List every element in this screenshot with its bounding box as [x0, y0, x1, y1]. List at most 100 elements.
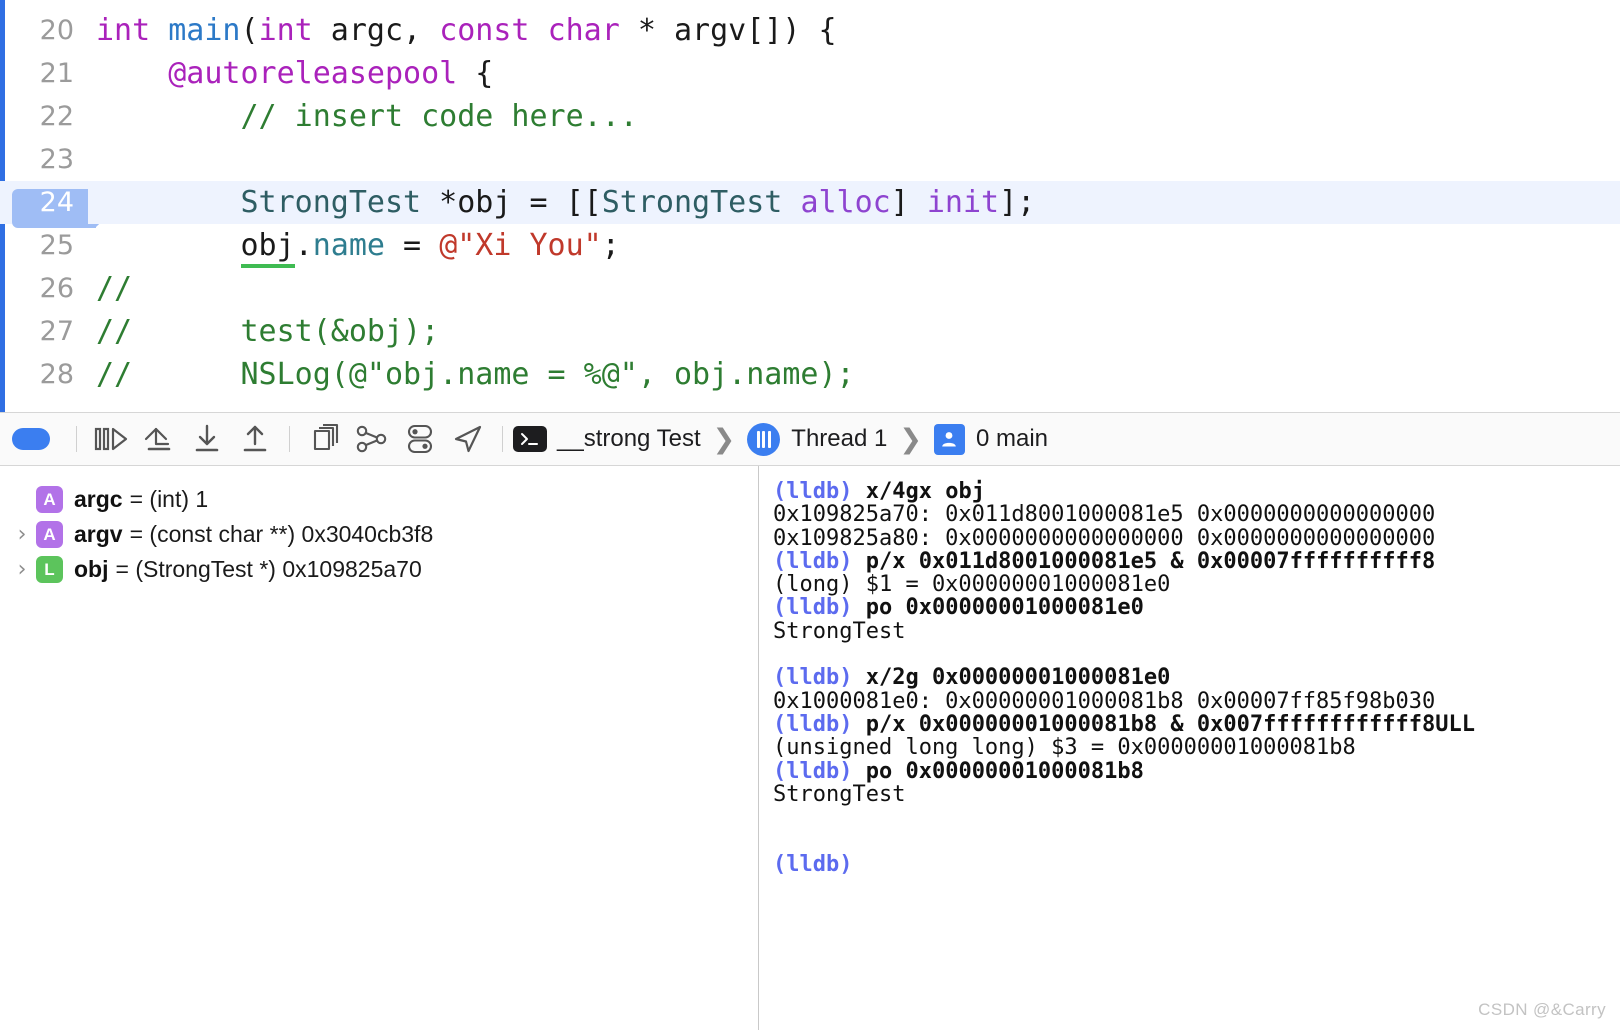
code-line[interactable]: 23 [0, 138, 1620, 181]
code-token: main [168, 13, 241, 48]
console-output: (lldb) x/4gx obj 0x109825a70: 0x011d80010… [767, 480, 1620, 876]
code-text[interactable]: // [88, 267, 1620, 310]
code-token: char [547, 13, 620, 48]
code-token: StrongTest [601, 185, 783, 220]
line-number[interactable]: 25 [0, 230, 88, 261]
code-token: @autoreleasepool [168, 56, 458, 91]
lldb-command: p/x 0x011d8001000081e5 & 0x00007ffffffff… [852, 548, 1436, 574]
environment-overrides-icon [402, 423, 438, 455]
code-token: *obj = [[ [421, 185, 602, 220]
console-output-line: 0x109825a70: 0x011d8001000081e5 0x000000… [773, 502, 1436, 528]
step-out-icon [238, 423, 272, 455]
console-output-line: StrongTest [773, 618, 906, 644]
thread-icon [747, 422, 781, 456]
code-text[interactable]: @autoreleasepool { [88, 52, 1620, 95]
code-token: . [294, 228, 313, 263]
line-number[interactable]: 24 [0, 187, 116, 228]
breadcrumb-frame-label[interactable]: 0 main [976, 425, 1048, 453]
code-text[interactable]: int main(int argc, const char * argv[]) … [88, 9, 1620, 52]
lldb-command: x/2g 0x00000001000081e0 [852, 665, 1171, 691]
console-command-line: (lldb) [767, 853, 1620, 876]
code-text[interactable]: obj.name = @"Xi You"; [88, 224, 1620, 268]
simulate-location-button[interactable] [444, 419, 492, 459]
variable-row[interactable]: › Lobj = (StrongTest *) 0x109825a70 [0, 552, 758, 587]
step-into-button[interactable] [183, 419, 231, 459]
toolbar-divider-2 [289, 426, 290, 452]
code-text[interactable]: // insert code here... [88, 95, 1620, 138]
code-token: obj [240, 228, 295, 268]
code-token: init [926, 185, 1000, 220]
code-token: ] [890, 185, 927, 220]
continue-execution-icon [93, 425, 129, 453]
disclosure-triangle-icon[interactable]: › [8, 523, 36, 546]
variable-row[interactable]: ›Aargc= (int) 1 [0, 482, 758, 517]
code-text[interactable]: StrongTest *obj = [[StrongTest alloc] in… [88, 181, 1620, 224]
code-token: ( [240, 13, 259, 48]
code-line[interactable]: 21 @autoreleasepool { [0, 52, 1620, 95]
source-editor[interactable]: 20 int main(int argc, const char * argv[]… [0, 0, 1620, 412]
line-number[interactable]: 28 [0, 359, 88, 390]
code-token: ; [601, 228, 620, 263]
code-line[interactable]: 25 obj.name = @"Xi You"; [0, 224, 1620, 268]
code-line[interactable]: 20 int main(int argc, const char * argv[]… [0, 9, 1620, 52]
breadcrumb-chevron-icon-2: ❯ [899, 423, 922, 455]
console-view[interactable]: (lldb) x/4gx obj 0x109825a70: 0x011d80010… [759, 466, 1620, 1030]
code-text[interactable] [88, 138, 1620, 181]
code-token: int [258, 13, 313, 48]
breadcrumb-chevron-icon: ❯ [712, 423, 736, 455]
toolbar-divider [76, 426, 77, 452]
code-token: StrongTest [240, 185, 422, 220]
lldb-command: p/x 0x00000001000081b8 & 0x007ffffffffff… [852, 711, 1476, 737]
code-text[interactable]: // NSLog(@"obj.name = %@", obj.name); [88, 353, 1620, 396]
variable-value: = (const char **) 0x3040cb3f8 [129, 521, 434, 547]
variable-name: argc [74, 486, 123, 512]
variable-row[interactable]: › Aargv = (const char **) 0x3040cb3f8 [0, 517, 758, 552]
step-out-button[interactable] [231, 419, 279, 459]
console-command-line: (lldb) p/x 0x011d8001000081e5 & 0x00007f… [767, 550, 1620, 573]
continue-button[interactable] [87, 419, 135, 459]
breadcrumb-process-label[interactable]: __strong Test [557, 425, 701, 453]
lldb-prompt: (lldb) [773, 711, 853, 737]
line-number[interactable]: 21 [0, 58, 88, 89]
lldb-prompt: (lldb) [773, 548, 853, 574]
code-line[interactable]: 27 // test(&obj); [0, 310, 1620, 353]
toolbar-divider-3 [502, 426, 503, 452]
console-output-line: 0x109825a80: 0x0000000000000000 0x000000… [773, 525, 1436, 551]
debug-memory-graph-button[interactable] [348, 419, 396, 459]
code-token: ]; [999, 185, 1036, 220]
lldb-command: x/4gx obj [852, 479, 985, 504]
line-number[interactable]: 27 [0, 316, 88, 347]
step-over-button[interactable] [135, 419, 183, 459]
watermark-label: CSDN @&Carry [1478, 1000, 1606, 1019]
line-number[interactable]: 22 [0, 101, 88, 132]
code-line[interactable]: 26 // [0, 267, 1620, 310]
line-number[interactable]: 20 [0, 15, 88, 46]
variable-value: = (StrongTest *) 0x109825a70 [115, 556, 422, 582]
disclosure-triangle-icon[interactable]: › [8, 558, 36, 581]
console-output-line: (unsigned long long) $3 = 0x000000010000… [773, 735, 1356, 761]
code-text[interactable]: // test(&obj); [88, 310, 1620, 353]
code-line[interactable]: 22 // insert code here... [0, 95, 1620, 138]
code-line-current[interactable]: 24 StrongTest *obj = [[StrongTest alloc]… [0, 181, 1620, 228]
environment-overrides-button[interactable] [396, 419, 444, 459]
variables-view[interactable]: ›Aargc= (int) 1›Aargv= (const char **) 0… [0, 466, 759, 1030]
terminal-icon [513, 426, 547, 452]
line-number[interactable]: 26 [0, 273, 88, 304]
stack-frame-person-icon [933, 423, 965, 455]
code-line[interactable]: 28 // NSLog(@"obj.name = %@", obj.name); [0, 353, 1620, 396]
variable-kind-badge: L [36, 556, 63, 583]
debug-view-hierarchy-button[interactable] [300, 419, 348, 459]
location-arrow-icon [451, 423, 485, 455]
lldb-command: po 0x00000001000081e0 [852, 595, 1144, 621]
deactivate-breakpoints-button[interactable] [12, 428, 50, 450]
console-command-line: (lldb) x/2g 0x00000001000081e0 [767, 666, 1620, 689]
breadcrumb-thread-label[interactable]: Thread 1 [791, 425, 887, 453]
line-number[interactable]: 23 [0, 144, 88, 175]
code-token: @"Xi You" [439, 228, 602, 263]
variable-name: argv [74, 521, 123, 547]
